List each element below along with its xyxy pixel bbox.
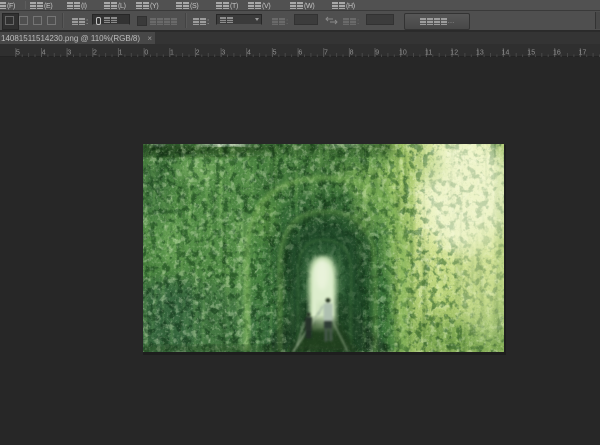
svg-text:10: 10 xyxy=(399,50,407,57)
svg-text:8: 8 xyxy=(350,50,354,57)
svg-text:4: 4 xyxy=(42,50,46,57)
svg-text:2: 2 xyxy=(196,50,200,57)
svg-text:1: 1 xyxy=(170,50,174,57)
svg-text:17: 17 xyxy=(579,50,587,57)
svg-text:3: 3 xyxy=(67,50,71,57)
svg-text:15: 15 xyxy=(527,50,535,57)
svg-text:5: 5 xyxy=(273,50,277,57)
svg-text:6: 6 xyxy=(298,50,302,57)
svg-text:2: 2 xyxy=(93,50,97,57)
svg-text:16: 16 xyxy=(553,50,561,57)
svg-text:0: 0 xyxy=(144,50,148,57)
svg-text:3: 3 xyxy=(221,50,225,57)
svg-text:5: 5 xyxy=(16,50,20,57)
svg-text:14: 14 xyxy=(502,50,510,57)
svg-text:12: 12 xyxy=(450,50,458,57)
svg-text:9: 9 xyxy=(375,50,379,57)
svg-text:13: 13 xyxy=(476,50,484,57)
svg-text:1: 1 xyxy=(119,50,123,57)
svg-text:7: 7 xyxy=(324,50,328,57)
svg-text:4: 4 xyxy=(247,50,251,57)
svg-text:11: 11 xyxy=(425,50,432,57)
